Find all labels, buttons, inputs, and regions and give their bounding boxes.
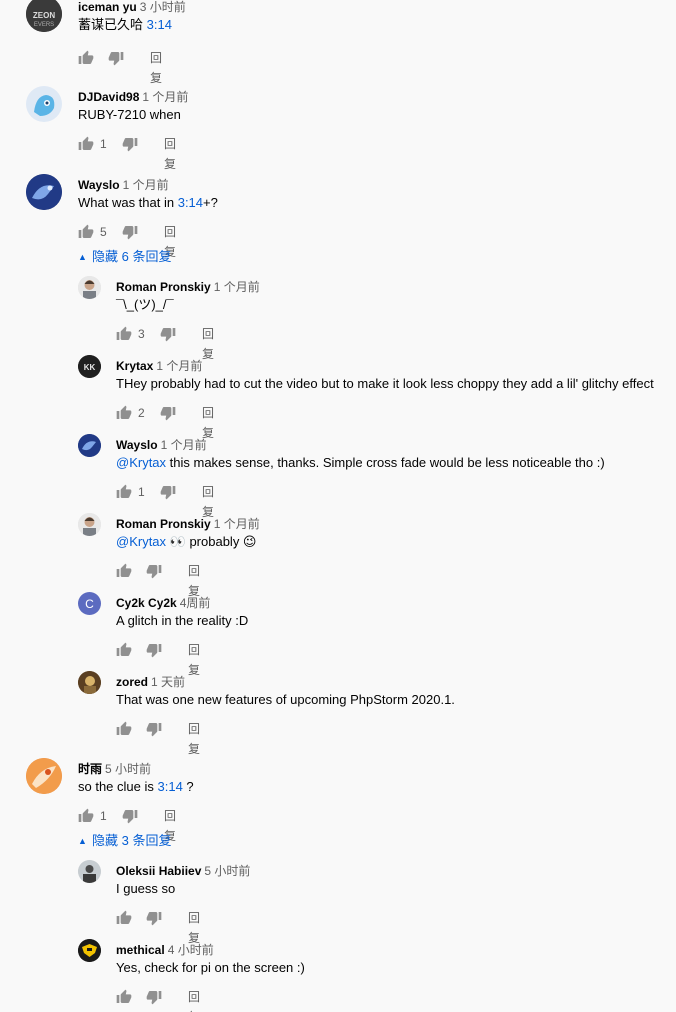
comment-text: 蓄谋已久哈 3:14 [78, 17, 172, 32]
like-icon[interactable] [116, 403, 132, 423]
reply-time[interactable]: 1 个月前 [161, 438, 207, 452]
avatar[interactable] [26, 758, 62, 794]
avatar[interactable]: KK [78, 355, 101, 378]
svg-text:EVERS: EVERS [34, 22, 54, 28]
reply-text: THey probably had to cut the video but t… [116, 376, 654, 391]
reply-author[interactable]: Roman Pronskiy [116, 280, 211, 294]
avatar[interactable] [78, 276, 101, 299]
reply-author[interactable]: methical [116, 943, 165, 957]
reply-button[interactable]: 回复 [188, 719, 200, 759]
avatar-letter: C [85, 596, 94, 611]
reply-author[interactable]: Wayslo [116, 438, 158, 452]
like-icon[interactable] [116, 324, 132, 344]
reply-text: I guess so [116, 881, 176, 896]
like-count: 1 [100, 137, 107, 151]
like-count: 1 [138, 485, 145, 499]
reply-button[interactable]: 回复 [164, 134, 176, 174]
mention-link[interactable]: @Krytax [116, 534, 166, 549]
like-icon[interactable] [78, 134, 94, 154]
reply-author[interactable]: Roman Pronskiy [116, 517, 211, 531]
reply-button[interactable]: 回复 [188, 987, 200, 1012]
svg-text:KK: KK [84, 363, 96, 372]
caret-up-icon: ▲ [78, 836, 87, 846]
comments-page: ZEON EVERS iceman yu 3 小时前 蓄谋已久哈 3:14 回复 D… [0, 0, 676, 1012]
reply-time[interactable]: 1 个月前 [156, 359, 202, 373]
avatar[interactable] [78, 939, 101, 962]
reply-text: A glitch in the reality :D [116, 613, 249, 628]
reply-text: @Krytax this makes sense, thanks. Simple… [116, 455, 605, 470]
reply-time[interactable]: 4 小时前 [168, 943, 214, 957]
dislike-icon[interactable] [146, 561, 162, 581]
caret-up-icon: ▲ [78, 252, 87, 262]
hide-replies-toggle[interactable]: ▲ 隐藏 3 条回复 [78, 832, 171, 850]
timestamp-link[interactable]: 3:14 [158, 779, 183, 794]
comment-time[interactable]: 3 小时前 [140, 0, 186, 14]
like-icon[interactable] [116, 908, 132, 928]
reply-text: @Krytax 👀 probably 😉 [116, 534, 257, 549]
like-icon[interactable] [78, 222, 94, 242]
dislike-icon[interactable] [122, 222, 138, 242]
comment-author[interactable]: 时雨 [78, 762, 102, 776]
dislike-icon[interactable] [160, 324, 176, 344]
like-count: 3 [138, 327, 145, 341]
svg-text:ZEON: ZEON [33, 11, 55, 20]
mention-link[interactable]: @Krytax [116, 455, 166, 470]
comment-text: What was that in 3:14+? [78, 195, 218, 210]
avatar[interactable] [78, 860, 101, 883]
dislike-icon[interactable] [108, 48, 124, 68]
like-icon[interactable] [116, 987, 132, 1007]
comment-time[interactable]: 1 个月前 [142, 90, 188, 104]
like-icon[interactable] [116, 482, 132, 502]
reply-text: That was one new features of upcoming Ph… [116, 692, 455, 707]
reply-time[interactable]: 1 天前 [151, 675, 185, 689]
avatar[interactable] [78, 671, 101, 694]
reply-text: Yes, check for pi on the screen :) [116, 960, 305, 975]
dislike-icon[interactable] [146, 640, 162, 660]
avatar[interactable] [26, 86, 62, 122]
comment-author[interactable]: DJDavid98 [78, 90, 139, 104]
dislike-icon[interactable] [160, 482, 176, 502]
like-icon[interactable] [116, 719, 132, 739]
reply-author[interactable]: Oleksii Habiiev [116, 864, 201, 878]
like-icon[interactable] [78, 48, 94, 68]
like-icon[interactable] [116, 561, 132, 581]
comment-author[interactable]: iceman yu [78, 0, 137, 14]
like-icon[interactable] [78, 806, 94, 826]
dislike-icon[interactable] [160, 403, 176, 423]
dislike-icon[interactable] [122, 134, 138, 154]
avatar[interactable] [78, 513, 101, 536]
comment-text: so the clue is 3:14 ? [78, 779, 194, 794]
reply-text: ¯\_(ツ)_/¯ [116, 297, 174, 312]
timestamp-link[interactable]: 3:14 [178, 195, 203, 210]
like-icon[interactable] [116, 640, 132, 660]
dislike-icon[interactable] [146, 908, 162, 928]
like-count: 5 [100, 225, 107, 239]
reply-time[interactable]: 1 个月前 [214, 517, 260, 531]
reply-time[interactable]: 4周前 [180, 596, 211, 610]
avatar[interactable] [78, 434, 101, 457]
reply-button[interactable]: 回复 [150, 48, 162, 88]
dislike-icon[interactable] [122, 806, 138, 826]
like-count: 2 [138, 406, 145, 420]
reply-time[interactable]: 1 个月前 [214, 280, 260, 294]
reply-time[interactable]: 5 小时前 [204, 864, 250, 878]
reply-author[interactable]: Cy2k Cy2k [116, 596, 177, 610]
like-count: 1 [100, 809, 107, 823]
comment-time[interactable]: 1 个月前 [123, 178, 169, 192]
comment-text: RUBY-7210 when [78, 107, 181, 122]
comment-author[interactable]: Wayslo [78, 178, 120, 192]
dislike-icon[interactable] [146, 719, 162, 739]
reply-author[interactable]: zored [116, 675, 148, 689]
avatar[interactable]: C [78, 592, 101, 615]
hide-replies-toggle[interactable]: ▲ 隐藏 6 条回复 [78, 248, 171, 266]
timestamp-link[interactable]: 3:14 [147, 17, 172, 32]
reply-button[interactable]: 回复 [202, 324, 214, 364]
avatar[interactable] [26, 174, 62, 210]
reply-author[interactable]: Krytax [116, 359, 153, 373]
dislike-icon[interactable] [146, 987, 162, 1007]
reply-button[interactable]: 回复 [188, 640, 200, 680]
comment-time[interactable]: 5 小时前 [105, 762, 151, 776]
avatar[interactable]: ZEON EVERS [26, 0, 62, 32]
